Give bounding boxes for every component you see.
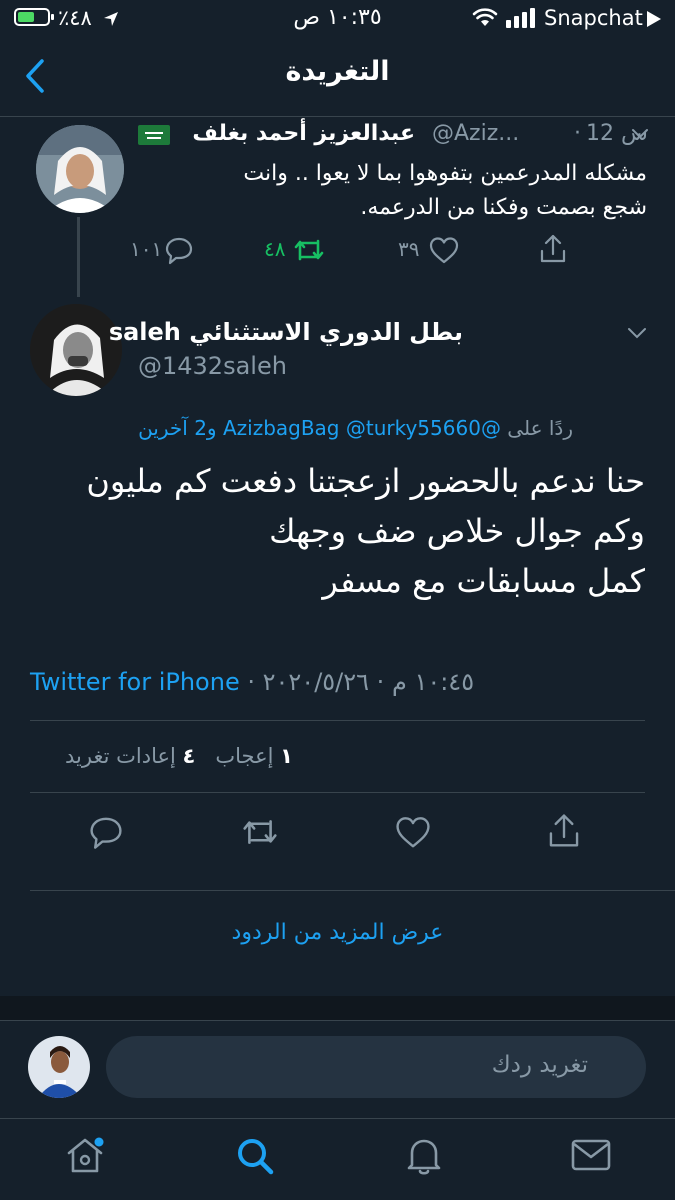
signal-icon [506,8,536,28]
replying-to: ردًا على @AzizbagBag @turky55660 و2 آخري… [138,416,573,440]
avatar[interactable] [28,1036,90,1098]
parent-handle: @Aziz... [432,121,520,146]
show-more-replies-link[interactable]: عرض المزيد من الردود [0,920,675,945]
engagement-stats: ١ إعجاب ٤ إعادات تغريد [65,744,293,768]
divider [0,1020,675,1021]
back-to-app-icon[interactable] [647,11,661,27]
page-title: التغريدة [285,56,390,87]
section-gap [0,996,675,1020]
source-link[interactable]: Twitter for iPhone [30,668,240,696]
divider [30,792,645,793]
chevron-down-icon[interactable] [626,326,648,342]
notifications-icon[interactable] [404,1135,444,1177]
dot-separator: · [247,668,263,696]
parent-text-line: مشكله المدرعمين بتفوهوا بما لا يعوا .. و… [243,161,647,186]
tweet-text-line: وكم جوال خلاص ضف وجهك [269,512,645,550]
parent-action-row: ١٠١ ٤٨ ٣٩ [128,233,648,269]
like-icon[interactable] [428,235,460,265]
tab-bar [0,1119,675,1200]
parent-text-line: شجع بصمت وفكنا من الدرعمه. [360,195,647,220]
tweet-time: ١٠:٤٥ م [391,668,475,696]
retweet-count: ٤٨ [264,237,286,261]
retweets-count[interactable]: ٤ [183,744,196,768]
tweet-text-line: حنا ندعم بالحضور ازعجتنا دفعت كم مليون [86,462,645,500]
status-bar: ٪٤٨ ١٠:٣٥ ص Snapchat [0,0,675,38]
like-icon[interactable] [394,814,432,850]
reply-icon[interactable] [164,235,194,265]
like-count: ٣٩ [398,237,420,261]
retweets-label[interactable]: إعادات تغريد [65,744,176,768]
share-icon[interactable] [546,812,582,850]
composer-placeholder: تغريد ردك [491,1052,588,1078]
main-tweet: بطل الدوري الاستثنائي saleh @1432saleh ر… [0,296,675,776]
carrier-label: Snapchat [544,6,643,30]
tweet-text: حنا ندعم بالحضور ازعجتنا دفعت كم مليون و… [25,456,645,606]
search-icon[interactable] [234,1135,276,1177]
header: التغريدة [0,40,675,112]
likes-label[interactable]: إعجاب [215,744,273,768]
author-name[interactable]: بطل الدوري الاستثنائي saleh [109,318,463,346]
author-handle[interactable]: @1432saleh [138,352,287,380]
share-icon[interactable] [538,233,568,265]
avatar[interactable] [36,125,124,213]
messages-icon[interactable] [570,1137,612,1173]
reply-count: ١٠١ [130,237,163,261]
reply-to-prefix: ردًا على [507,416,573,440]
dot-separator: · [574,121,581,146]
reply-to-others[interactable]: و2 آخرين [138,416,217,440]
parent-tweet[interactable]: 12 س · @Aziz... عبدالعزيز أحمد بغلف مشكل… [0,117,675,297]
likes-count[interactable]: ١ [280,744,293,768]
divider [30,890,675,891]
thread-line [77,217,80,297]
reply-icon[interactable] [88,814,124,850]
dot-separator: · [376,668,392,696]
saudi-flag-icon [138,125,170,145]
tweet-text-line: كمل مسابقات مع مسفر [322,562,645,600]
wifi-icon [472,8,498,26]
main-action-row [0,812,675,852]
retweet-icon[interactable] [240,814,280,850]
parent-name[interactable]: عبدالعزيز أحمد بغلف [192,121,415,146]
divider [30,720,645,721]
retweet-icon[interactable] [292,235,326,265]
tweet-date: ٢٠٢٠/٥/٢٦ [262,668,370,696]
parent-time: 12 س [586,121,648,146]
home-icon[interactable] [64,1135,106,1175]
reply-to-users[interactable]: @AzizbagBag @turky55660 [223,416,501,440]
parent-tweet-text: مشكله المدرعمين بتفوهوا بما لا يعوا .. و… [147,157,647,225]
reply-composer-input[interactable]: تغريد ردك [106,1036,646,1098]
timestamp-line: Twitter for iPhone · ٢٠٢٠/٥/٢٦ · ١٠:٤٥ م [30,668,474,696]
